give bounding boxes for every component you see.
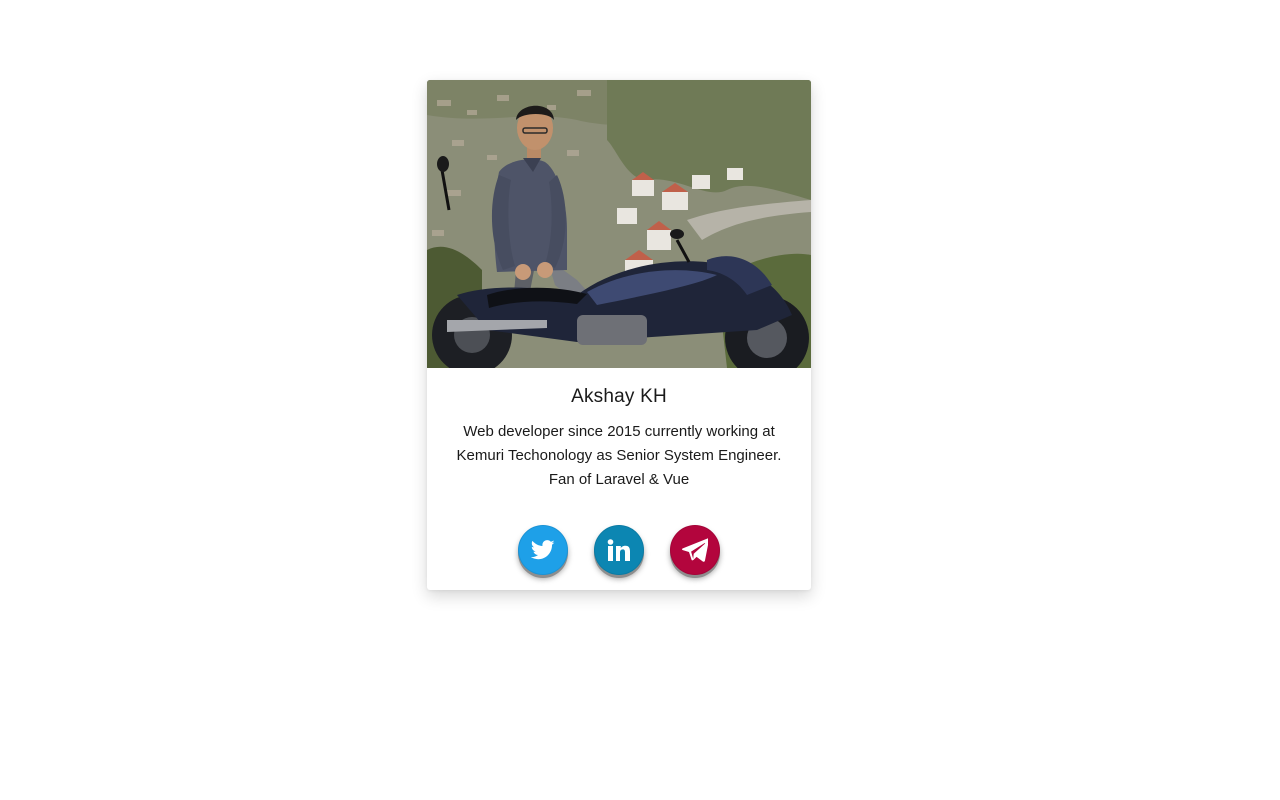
profile-name: Akshay KH [571, 386, 667, 407]
social-links [427, 525, 811, 575]
profile-bio: Web developer since 2015 currently worki… [456, 423, 782, 488]
linkedin-icon [607, 539, 631, 561]
twitter-button[interactable] [518, 525, 568, 575]
profile-photo [427, 80, 811, 368]
twitter-icon [531, 540, 555, 560]
profile-card: Akshay KH Web developer since 2015 curre… [427, 80, 811, 590]
telegram-button[interactable] [670, 525, 720, 575]
linkedin-button[interactable] [594, 525, 644, 575]
telegram-icon [682, 538, 708, 562]
